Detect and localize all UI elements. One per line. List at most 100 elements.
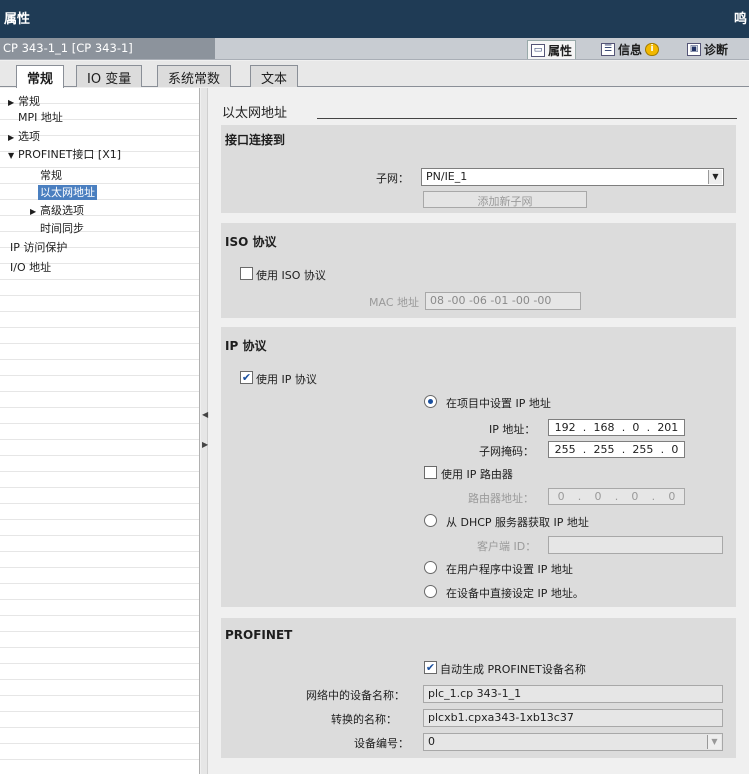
- ip-octet: 192: [554, 421, 576, 434]
- device-number-value: 0: [428, 735, 435, 748]
- tab-general[interactable]: 常规: [16, 65, 65, 88]
- ip-title: IP 协议: [225, 339, 267, 353]
- ip-dot: .: [577, 490, 582, 503]
- device-number-label: 设备编号：: [354, 737, 409, 750]
- subnet-dropdown[interactable]: PN/IE_1 ▼: [421, 168, 724, 186]
- nav-item-options[interactable]: ▶ 选项: [8, 129, 40, 145]
- router-address-label: 路由器地址：: [468, 492, 534, 505]
- add-new-subnet-button[interactable]: 添加新子网: [423, 191, 587, 208]
- mask-octet: 255: [593, 443, 615, 456]
- iso-title: ISO 协议: [225, 235, 277, 249]
- converted-name-field[interactable]: plcxb1.cpxa343-1xb13c37: [423, 709, 723, 727]
- ip-dot: .: [582, 443, 587, 456]
- user-program-label: 在用户程序中设置 IP 地址: [446, 563, 573, 576]
- tab-info-label: 信息: [618, 43, 643, 57]
- tab-io-tags[interactable]: IO 变量: [76, 65, 143, 87]
- use-iso-label: 使用 ISO 协议: [256, 269, 326, 282]
- ip-address-label: IP 地址：: [489, 423, 536, 436]
- router-address-field[interactable]: 0. 0. 0. 0: [548, 488, 685, 505]
- use-router-label: 使用 IP 路由器: [441, 468, 513, 481]
- tab-diagnostics[interactable]: ▣ 诊断: [684, 40, 731, 59]
- ip-dot: .: [660, 443, 665, 456]
- nav-item-time-sync[interactable]: 时间同步: [40, 221, 84, 236]
- client-id-label: 客户端 ID：: [477, 540, 537, 553]
- ip-dot: .: [621, 421, 626, 434]
- use-iso-checkbox[interactable]: [240, 267, 253, 280]
- properties-icon: ▭: [531, 43, 545, 57]
- subnet-value: PN/IE_1: [426, 170, 468, 183]
- nav-item-pn-general[interactable]: 常规: [40, 168, 62, 183]
- device-number-dropdown[interactable]: 0 ▼: [423, 733, 723, 751]
- section-divider: [317, 118, 737, 119]
- subnet-mask-label: 子网掩码：: [479, 445, 534, 458]
- mask-octet: 255: [632, 443, 654, 456]
- device-name-label: 网络中的设备名称：: [306, 689, 405, 702]
- collapse-left-icon[interactable]: ◀: [202, 410, 208, 419]
- section-title: 以太网地址: [222, 106, 288, 121]
- router-octet: 0: [557, 490, 565, 503]
- tab-info[interactable]: ☰ 信息 i: [598, 40, 662, 59]
- mac-address-field[interactable]: 08 -00 -06 -01 -00 -00: [425, 292, 581, 310]
- mac-address-label: MAC 地址: [369, 296, 419, 309]
- dhcp-label: 从 DHCP 服务器获取 IP 地址: [446, 516, 589, 529]
- expand-right-icon[interactable]: ▶: [202, 440, 208, 449]
- ip-dot: .: [614, 490, 619, 503]
- nav-item-general[interactable]: ▶ 常规: [8, 94, 40, 110]
- tab-texts[interactable]: 文本: [250, 65, 299, 87]
- use-router-checkbox[interactable]: [424, 466, 437, 479]
- nav-item-label: 常规: [18, 95, 40, 108]
- converted-name-label: 转换的名称：: [331, 713, 397, 726]
- client-id-field[interactable]: [548, 536, 723, 554]
- mask-octet: 0: [671, 443, 679, 456]
- tab-system-constants[interactable]: 系统常数: [157, 65, 232, 87]
- radio-user-program[interactable]: [424, 561, 437, 574]
- router-octet: 0: [631, 490, 639, 503]
- chevron-down-icon[interactable]: ▼: [707, 735, 721, 749]
- mask-octet: 255: [554, 443, 576, 456]
- profinet-title: PROFINET: [225, 628, 293, 642]
- ip-dot: .: [646, 421, 651, 434]
- device-name-field[interactable]: plc_1.cp 343-1_1: [423, 685, 723, 703]
- window-title: 属性: [4, 12, 31, 27]
- radio-device-direct[interactable]: [424, 585, 437, 598]
- diagnostics-icon: ▣: [687, 43, 701, 56]
- nav-item-profinet-interface[interactable]: ▼ PROFINET接口 [X1]: [8, 147, 121, 163]
- collapse-arrow-icon[interactable]: ▼: [8, 148, 18, 163]
- object-name: CP 343-1_1 [CP 343-1]: [0, 38, 215, 59]
- tab-diagnostics-label: 诊断: [704, 43, 729, 57]
- use-ip-label: 使用 IP 协议: [256, 373, 317, 386]
- interface-title: 接口连接到: [225, 133, 286, 147]
- expand-arrow-icon[interactable]: ▶: [30, 204, 40, 219]
- ip-octet: 168: [593, 421, 615, 434]
- radio-selected-dot: [428, 399, 433, 404]
- title-bar-fragment: 鸣: [733, 12, 747, 27]
- info-icon: i: [645, 43, 660, 56]
- radio-set-in-project[interactable]: [424, 395, 437, 408]
- device-direct-label: 在设备中直接设定 IP 地址。: [446, 587, 584, 600]
- subnet-label: 子网：: [376, 172, 409, 185]
- radio-dhcp[interactable]: [424, 514, 437, 527]
- ip-address-field[interactable]: 192. 168. 0. 201: [548, 419, 685, 436]
- chevron-down-icon[interactable]: ▼: [708, 170, 722, 184]
- subnet-mask-field[interactable]: 255. 255. 255. 0: [548, 441, 685, 458]
- nav-item-label: PROFINET接口 [X1]: [18, 148, 122, 161]
- auto-generate-name-checkbox[interactable]: ✔: [424, 661, 437, 674]
- nav-item-ip-access-protection[interactable]: IP 访问保护: [10, 240, 67, 255]
- auto-generate-name-label: 自动生成 PROFINET设备名称: [440, 663, 586, 676]
- nav-item-io-addresses[interactable]: I/O 地址: [10, 260, 51, 275]
- nav-item-ethernet-address[interactable]: 以太网地址: [38, 185, 97, 200]
- router-octet: 0: [668, 490, 676, 503]
- panel-splitter[interactable]: ◀ ▶: [201, 88, 208, 774]
- tab-properties[interactable]: ▭ 属性: [527, 40, 577, 59]
- nav-item-mpi-address[interactable]: MPI 地址: [18, 110, 63, 125]
- nav-row-lines: [0, 88, 199, 774]
- nav-item-advanced-options[interactable]: ▶ 高级选项: [30, 203, 84, 219]
- nav-item-label: 选项: [18, 130, 40, 143]
- expand-arrow-icon[interactable]: ▶: [8, 130, 18, 145]
- expand-arrow-icon[interactable]: ▶: [8, 95, 18, 110]
- use-ip-checkbox[interactable]: ✔: [240, 371, 253, 384]
- ip-octet: 0: [632, 421, 640, 434]
- title-bar: 属性 鸣: [0, 0, 749, 38]
- ip-octet: 201: [657, 421, 679, 434]
- ip-dot: .: [621, 443, 626, 456]
